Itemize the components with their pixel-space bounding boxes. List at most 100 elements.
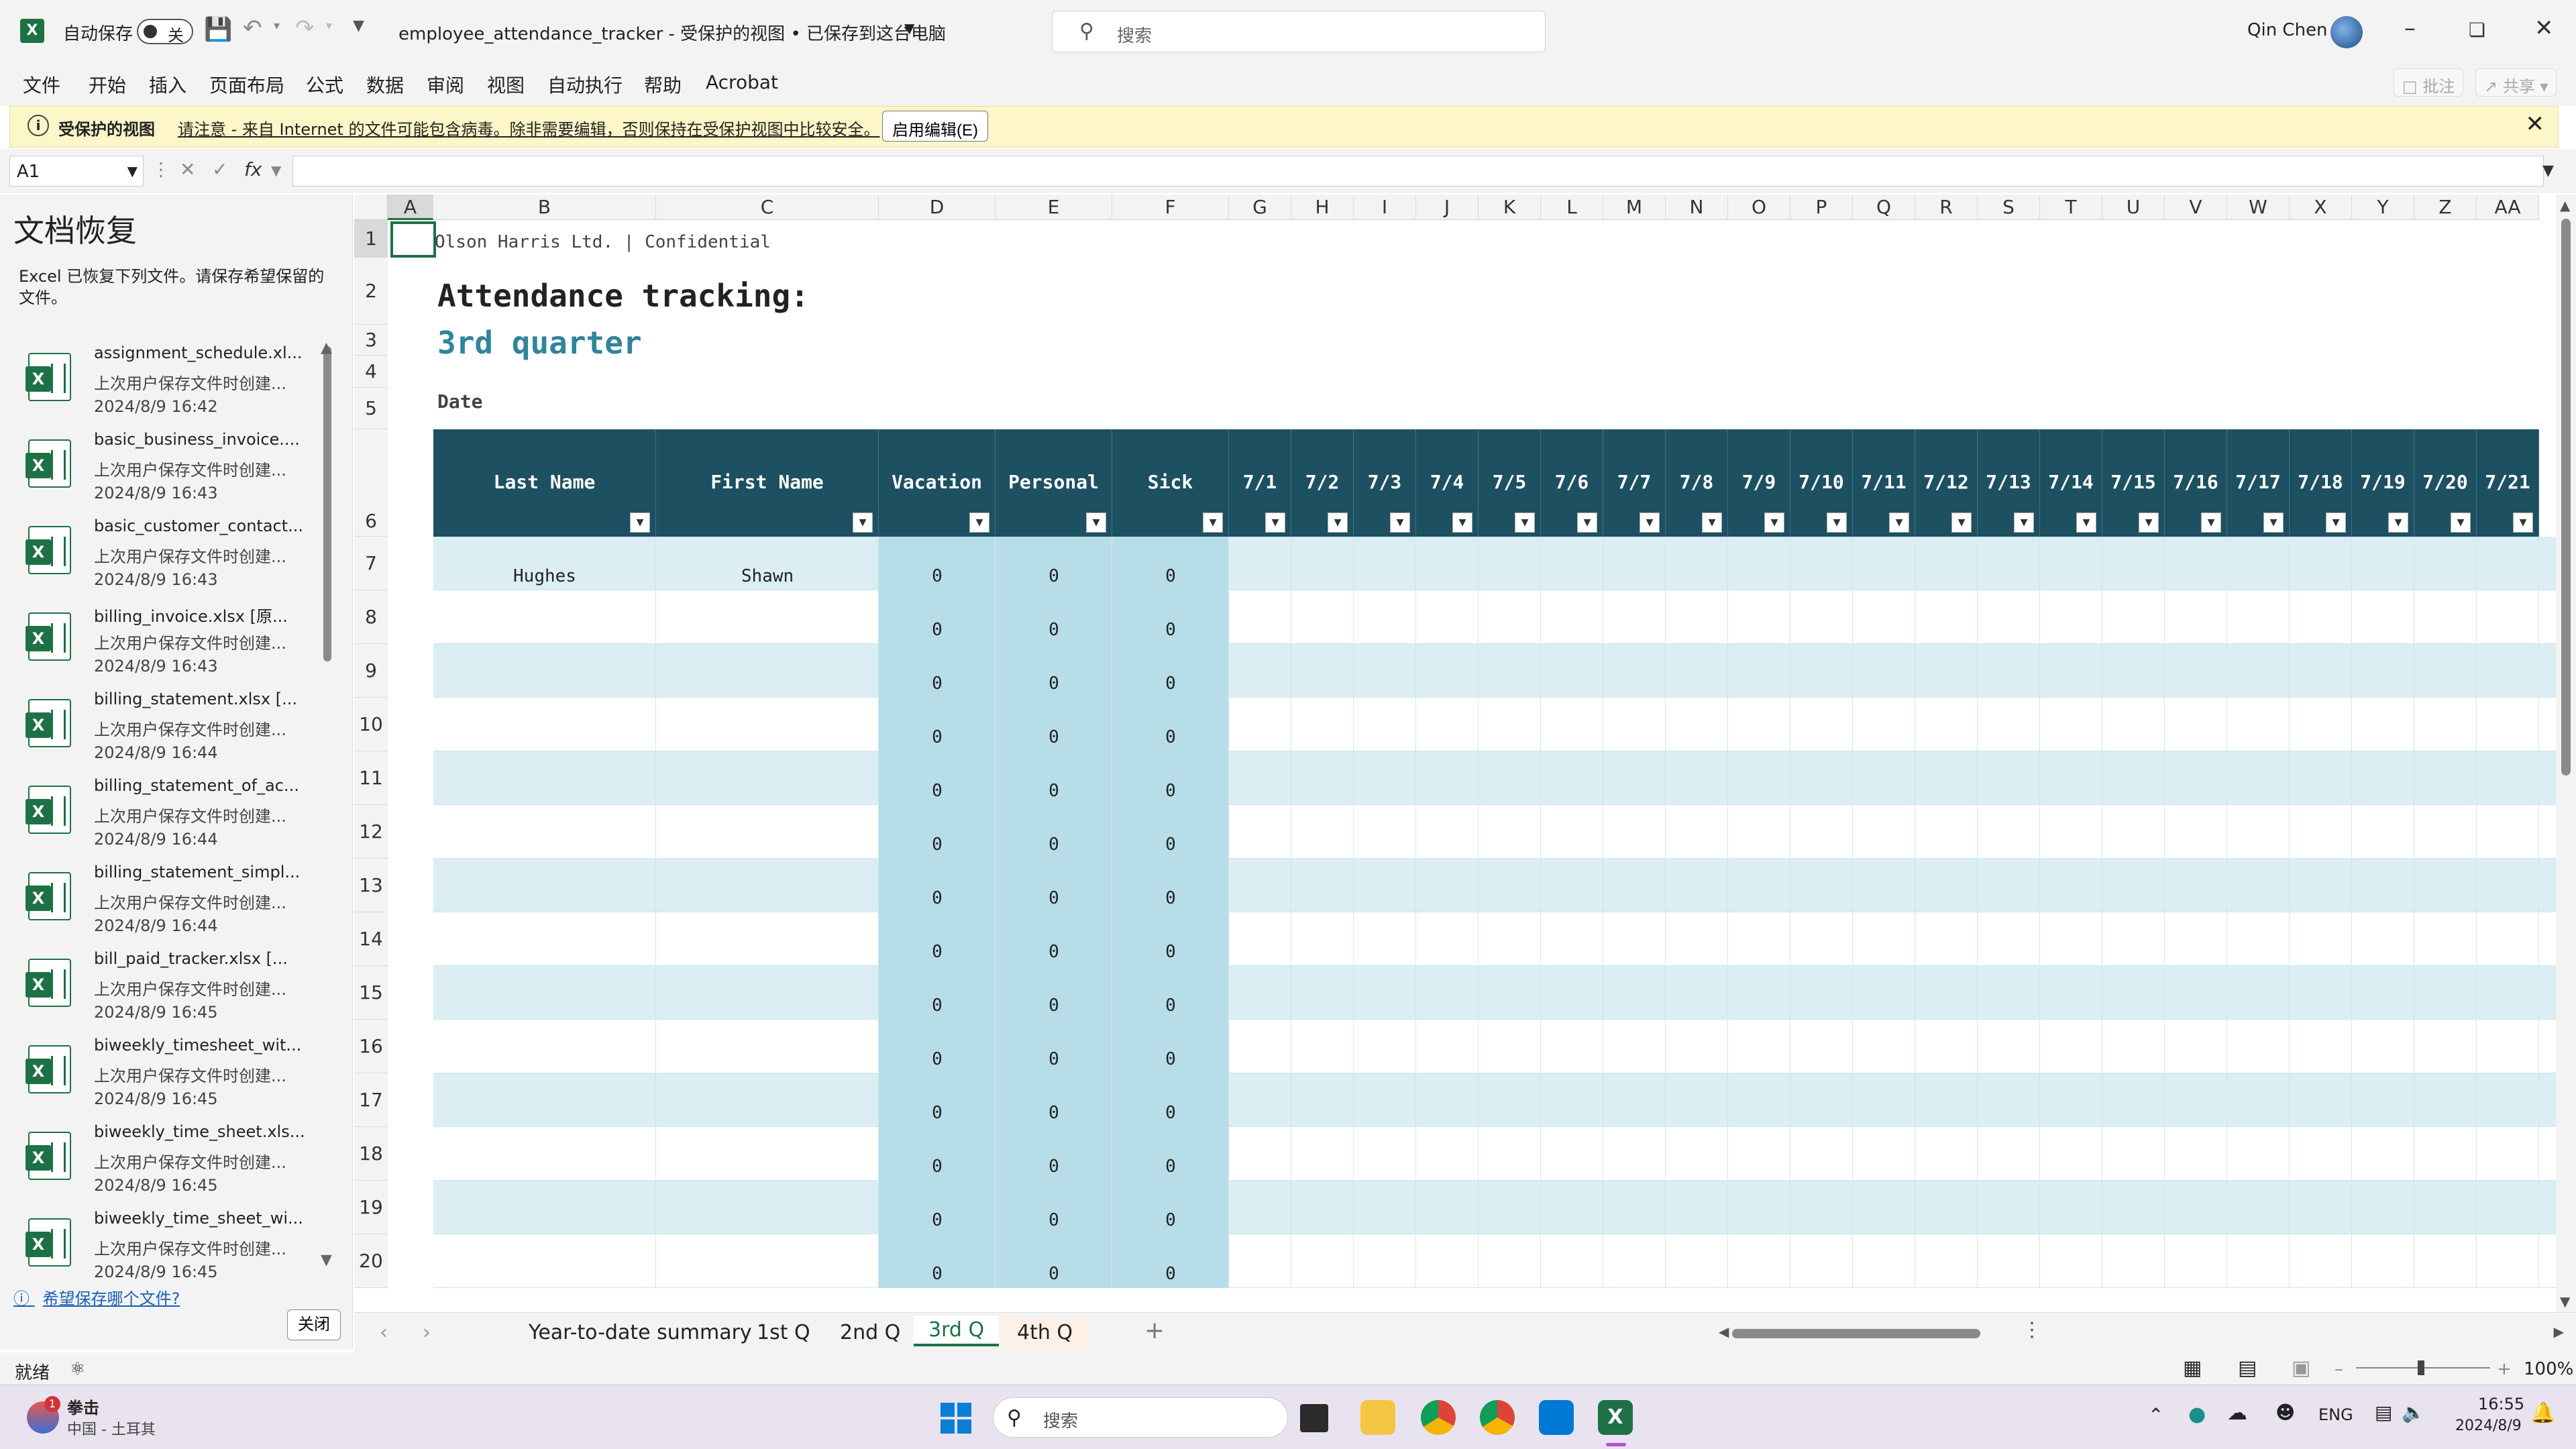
scroll-up-icon[interactable]: ▲ [321, 339, 332, 356]
total-cell[interactable]: 0 [996, 620, 1112, 640]
avatar[interactable] [2330, 16, 2363, 48]
column-header[interactable]: N [1666, 195, 1728, 220]
document-title[interactable]: employee_attendance_tracker - 受保护的视图 • 已… [398, 20, 946, 45]
filter-dropdown-icon[interactable]: ▼ [1640, 513, 1660, 533]
zoom-level[interactable]: 100% [2524, 1359, 2573, 1379]
row-header[interactable]: 14 [354, 912, 388, 966]
total-cell[interactable]: 0 [996, 888, 1112, 908]
total-cell[interactable]: 0 [996, 1049, 1112, 1069]
name-box[interactable]: A1 ▼ [9, 156, 144, 186]
spreadsheet-grid[interactable]: A B C D E F G H I J K L M N O P Q R S T U V W X Y Z AA 1 2 3 4 5 6 7 8 9 10… [354, 195, 2556, 1312]
total-cell[interactable]: 0 [996, 1103, 1112, 1123]
recovery-item[interactable]: Xassignment_schedule.xl... 上次用户保存文件时创建...… [19, 337, 314, 423]
filter-dropdown-icon[interactable]: ▼ [1265, 513, 1285, 533]
vscode-icon[interactable] [1539, 1400, 1574, 1435]
table-header-cell[interactable]: 7/8 ▼ [1666, 429, 1728, 537]
row-header[interactable]: 13 [354, 859, 388, 912]
total-cell[interactable]: 0 [996, 996, 1112, 1016]
table-header-cell[interactable]: Vacation ▼ [879, 429, 996, 537]
total-cell[interactable]: 0 [1112, 1210, 1229, 1230]
first-name-cell[interactable]: Shawn [656, 566, 879, 586]
show-hidden-icons-icon[interactable]: ⌃ [2148, 1404, 2163, 1426]
excel-taskbar-icon[interactable]: X [1598, 1400, 1633, 1435]
add-sheet-icon[interactable]: + [1144, 1317, 1165, 1344]
table-row[interactable] [433, 590, 2556, 644]
menu-view[interactable]: 视图 [487, 71, 525, 98]
column-header[interactable]: H [1291, 195, 1354, 220]
column-header[interactable]: X [2290, 195, 2352, 220]
table-row[interactable] [433, 1181, 2556, 1234]
table-header-cell[interactable]: 7/21 ▼ [2477, 429, 2539, 537]
column-header[interactable]: J [1416, 195, 1479, 220]
volume-icon[interactable]: 🔈 [2402, 1401, 2425, 1424]
row-header[interactable]: 4 [354, 356, 388, 388]
more-icon[interactable]: ⋮ [152, 158, 170, 180]
table-row[interactable] [433, 751, 2556, 805]
table-row[interactable] [433, 966, 2556, 1020]
vertical-scroll-thumb[interactable] [2561, 219, 2571, 775]
share-button[interactable]: ↗ 共享 ▾ [2475, 68, 2557, 97]
zoom-slider[interactable] [2356, 1360, 2490, 1375]
undo-dropdown-icon[interactable]: ▾ [274, 19, 280, 33]
filter-dropdown-icon[interactable]: ▼ [2139, 513, 2159, 533]
comments-button[interactable]: □ 批注 [2394, 68, 2464, 97]
row-header[interactable]: 2 [354, 258, 388, 325]
total-cell[interactable]: 0 [996, 727, 1112, 747]
customize-toolbar-icon[interactable]: ▼ [353, 17, 364, 34]
active-cell-a1[interactable] [390, 221, 436, 258]
page-layout-icon[interactable]: ▤ [2238, 1356, 2257, 1380]
table-row[interactable] [433, 805, 2556, 859]
filter-dropdown-icon[interactable]: ▼ [1390, 513, 1410, 533]
last-name-cell[interactable]: Hughes [433, 566, 656, 586]
row-header[interactable]: 16 [354, 1020, 388, 1073]
total-cell[interactable]: 0 [879, 1264, 996, 1284]
total-cell[interactable]: 0 [879, 942, 996, 962]
recovery-item[interactable]: Xbasic_business_invoice.... 上次用户保存文件时创建..… [19, 423, 314, 509]
total-cell[interactable]: 0 [996, 1210, 1112, 1230]
table-header-cell[interactable]: 7/13 ▼ [1978, 429, 2040, 537]
table-row[interactable] [433, 1234, 2556, 1288]
column-header[interactable]: Y [2352, 195, 2414, 220]
autosave-toggle[interactable]: 关 [137, 19, 193, 45]
which-file-link[interactable]: ⓘ 希望保存哪个文件? [13, 1285, 180, 1309]
onedrive-icon[interactable]: ☁ [2227, 1401, 2247, 1425]
cancel-icon[interactable]: ✕ [180, 158, 195, 180]
column-header[interactable]: D [879, 195, 996, 220]
menu-review[interactable]: 审阅 [427, 71, 464, 98]
total-cell[interactable]: 0 [879, 1210, 996, 1230]
tab-1st-q[interactable]: 1st Q [742, 1318, 825, 1349]
task-view-icon[interactable] [1300, 1404, 1328, 1432]
scroll-down-icon[interactable]: ▼ [321, 1252, 332, 1269]
tab-year-to-date-summary[interactable]: Year-to-date summary [514, 1318, 767, 1349]
table-header-cell[interactable]: 7/1 ▼ [1229, 429, 1291, 537]
filter-dropdown-icon[interactable]: ▼ [1577, 513, 1597, 533]
column-header[interactable]: U [2102, 195, 2165, 220]
column-header[interactable]: V [2165, 195, 2227, 220]
row-header[interactable]: 1 [354, 220, 388, 258]
filter-dropdown-icon[interactable]: ▼ [2451, 513, 2471, 533]
filter-dropdown-icon[interactable]: ▼ [1951, 513, 1972, 533]
column-header[interactable]: AA [2477, 195, 2539, 220]
table-row[interactable] [433, 1127, 2556, 1181]
table-header-cell[interactable]: 7/3 ▼ [1354, 429, 1416, 537]
tray-app-icon[interactable]: ☻ [2275, 1401, 2295, 1424]
table-header-cell[interactable]: 7/4 ▼ [1416, 429, 1479, 537]
filter-dropdown-icon[interactable]: ▼ [2513, 513, 2533, 533]
total-cell[interactable]: 0 [879, 727, 996, 747]
total-cell[interactable]: 0 [996, 1157, 1112, 1177]
search-box[interactable]: ⚲ 搜索 [1052, 11, 1546, 52]
row-header[interactable]: 10 [354, 698, 388, 751]
recovery-item[interactable]: Xbiweekly_time_sheet.xls... 上次用户保存文件时创建..… [19, 1116, 314, 1201]
table-header-cell[interactable]: 7/2 ▼ [1291, 429, 1354, 537]
total-cell[interactable]: 0 [879, 1103, 996, 1123]
menu-help[interactable]: 帮助 [644, 71, 682, 98]
column-header[interactable]: S [1978, 195, 2040, 220]
scroll-up-icon[interactable]: ▲ [2560, 197, 2570, 213]
total-cell[interactable]: 0 [996, 1264, 1112, 1284]
row-header[interactable]: 18 [354, 1127, 388, 1181]
total-cell[interactable]: 0 [879, 888, 996, 908]
recovery-item[interactable]: Xbilling_invoice.xlsx [原... 上次用户保存文件时创建..… [19, 596, 314, 682]
filter-dropdown-icon[interactable]: ▼ [1702, 513, 1722, 533]
column-header[interactable]: G [1229, 195, 1291, 220]
total-cell[interactable]: 0 [1112, 996, 1229, 1016]
